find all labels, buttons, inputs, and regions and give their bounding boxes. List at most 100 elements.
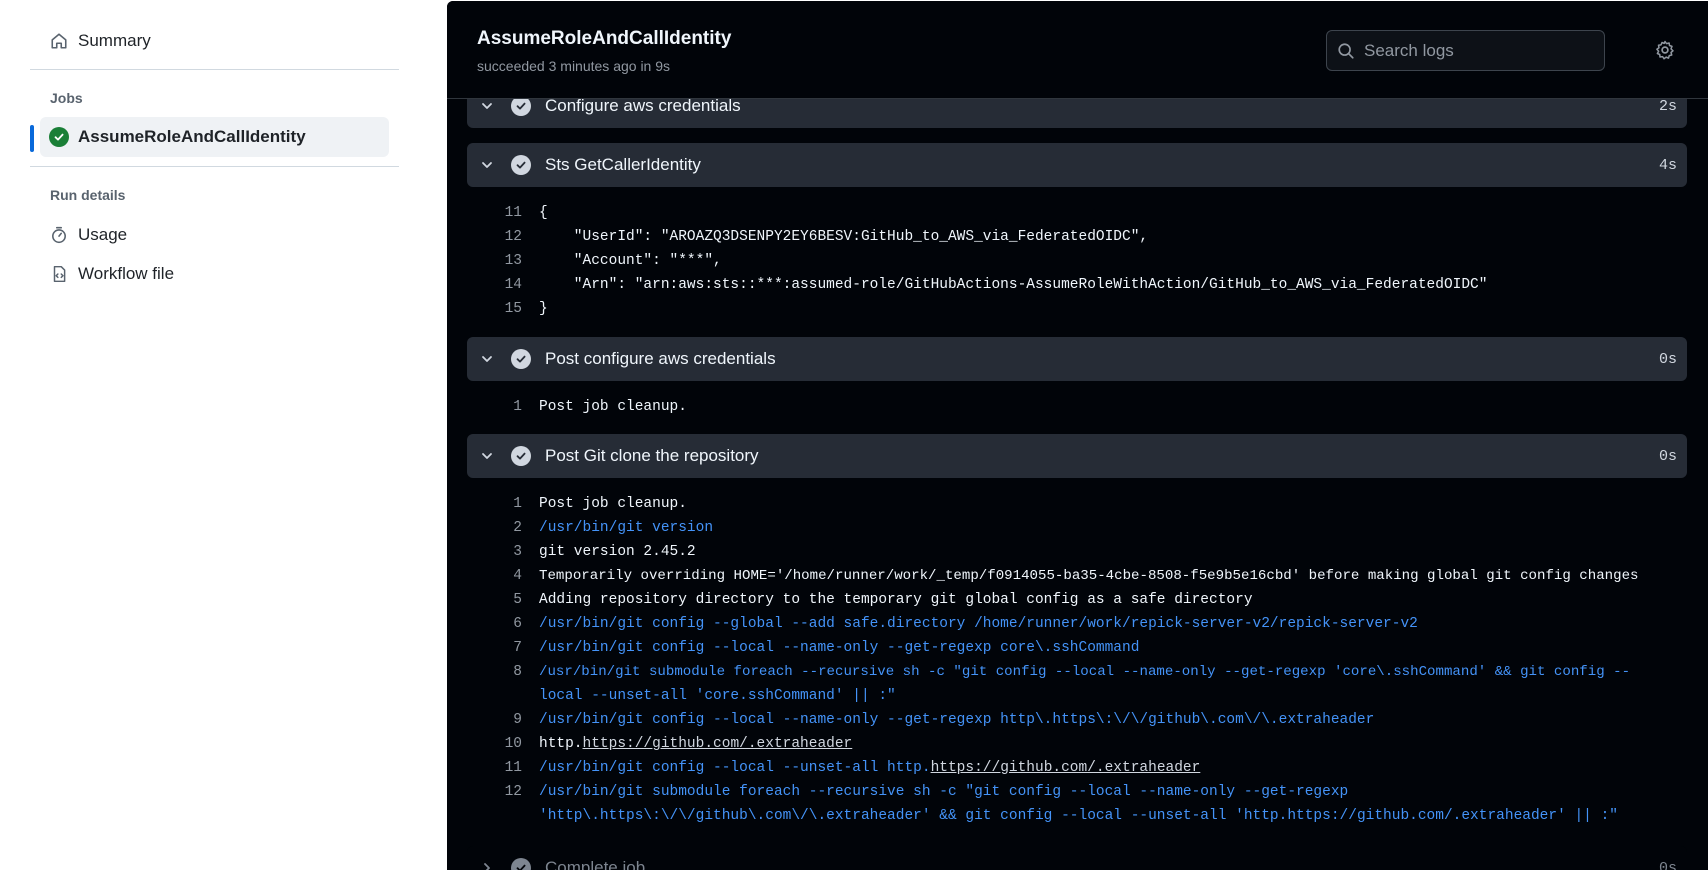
log-line-command: 7/usr/bin/git config --local --name-only… (467, 636, 1697, 660)
step-duration: 4s (1658, 156, 1677, 174)
log-line: 1 Post job cleanup. (467, 492, 1697, 516)
sidebar-item-label: AssumeRoleAndCallIdentity (78, 127, 306, 146)
log-line-text: /usr/bin/git config --global --add safe.… (539, 616, 1418, 632)
extraheader-link[interactable]: https://github.com/.extraheader (583, 736, 853, 752)
log-line: 13 "Account": "***", (467, 249, 1697, 273)
log-text-prefix: 'http\.https\:\/\/github\.com\/\.extrahe… (539, 808, 1288, 824)
log-line-command: 8/usr/bin/git submodule foreach --recurs… (467, 660, 1697, 684)
log-line-continuation: local --unset-all 'core.sshCommand' || :… (539, 688, 896, 704)
step-duration: 0s (1658, 350, 1677, 368)
log-line-text: Temporarily overriding HOME='/home/runne… (539, 568, 1639, 584)
log-line-text: "Account": "***", (539, 253, 722, 269)
log-line-number[interactable]: 10 (467, 732, 522, 756)
chevron-down-icon (479, 157, 495, 173)
chevron-down-icon (479, 98, 495, 114)
active-indicator (30, 125, 34, 152)
log-line: 15} (467, 297, 1697, 321)
log-line-number[interactable]: 8 (467, 660, 522, 684)
step-success-icon (511, 349, 531, 369)
log-line-text: /usr/bin/git version (539, 520, 714, 536)
step-complete-job[interactable]: Complete job 0s (467, 846, 1687, 870)
step-post-configure-aws-credentials[interactable]: Post configure aws credentials 0s (467, 337, 1687, 381)
sidebar-divider (30, 69, 399, 70)
step-name: Sts GetCallerIdentity (545, 155, 701, 174)
log-line-text: /usr/bin/git config --local --unset-all … (539, 756, 1200, 780)
log-line-number[interactable]: 13 (467, 249, 522, 273)
sidebar: Summary Jobs AssumeRoleAndCallIdentity R… (0, 0, 447, 870)
step-name: Configure aws credentials (545, 96, 741, 115)
log-line: 5 Adding repository directory to the temp… (467, 588, 1697, 612)
log-line-text: Adding repository directory to the tempo… (539, 592, 1253, 608)
sidebar-item-summary[interactable]: Summary (40, 21, 388, 61)
step-sts-getcalleridentity[interactable]: Sts GetCallerIdentity 4s (467, 143, 1687, 187)
log-line-number[interactable]: 1 (467, 492, 522, 516)
log-line-number[interactable]: 7 (467, 636, 522, 660)
log-line: 11 { (467, 201, 1697, 225)
log-line-text: Post job cleanup. (539, 399, 687, 415)
chevron-right-icon (479, 860, 495, 870)
job-header: AssumeRoleAndCallIdentity succeeded 3 mi… (447, 1, 1708, 99)
step-success-icon (511, 858, 531, 870)
log-line: 3 git version 2.45.2 (467, 540, 1697, 564)
log-line-text: /usr/bin/git config --local --name-only … (539, 712, 1375, 728)
log-line-text: /usr/bin/git submodule foreach --recursi… (539, 664, 1631, 680)
log-line: 14 "Arn": "arn:aws:sts::***:assumed-role… (467, 273, 1697, 297)
log-line-command: 9/usr/bin/git config --local --name-only… (467, 708, 1697, 732)
search-logs-input[interactable] (1364, 40, 1594, 61)
sidebar-divider (30, 166, 399, 167)
log-line-number[interactable]: 11 (467, 201, 522, 225)
log-line-number[interactable]: 4 (467, 564, 522, 588)
log-line-text: http.https://github.com/.extraheader (539, 732, 852, 756)
extraheader-link[interactable]: https://github.com/.extraheader (931, 760, 1201, 776)
job-status-text: succeeded 3 minutes ago in 9s (477, 58, 671, 74)
step-post-git-clone[interactable]: Post Git clone the repository 0s (467, 434, 1687, 478)
step-success-icon (511, 446, 531, 466)
log-line-number[interactable]: 12 (467, 780, 522, 804)
step-duration: 0s (1658, 447, 1677, 465)
log-line-number[interactable]: 3 (467, 540, 522, 564)
file-code-icon (49, 264, 69, 284)
step-name: Post configure aws credentials (545, 349, 776, 368)
log-line-text: Post job cleanup. (539, 496, 687, 512)
extraheader-link[interactable]: https://github.com/.extraheader (1287, 808, 1557, 824)
log-line-number[interactable]: 6 (467, 612, 522, 636)
gear-icon[interactable] (1655, 40, 1675, 60)
log-line-number[interactable]: 12 (467, 225, 522, 249)
sidebar-item-job[interactable]: AssumeRoleAndCallIdentity (40, 117, 389, 157)
sidebar-item-workflow-file[interactable]: Workflow file (40, 254, 388, 294)
run-details-heading: Run details (50, 187, 126, 203)
stopwatch-icon (49, 225, 69, 245)
step-success-icon (511, 96, 531, 116)
log-line: 4 Temporarily overriding HOME='/home/runn… (467, 564, 1697, 588)
chevron-down-icon (479, 448, 495, 464)
log-line-number[interactable]: 5 (467, 588, 522, 612)
log-line: 1 Post job cleanup. (467, 395, 1697, 419)
job-title: AssumeRoleAndCallIdentity (477, 28, 732, 49)
log-line-number[interactable]: 15 (467, 297, 522, 321)
log-line: 12 "UserId": "AROAZQ3DSENPY2EY6BESV:GitH… (467, 225, 1697, 249)
log-line-text: /usr/bin/git submodule foreach --recursi… (539, 784, 1349, 800)
log-line-text: git version 2.45.2 (539, 544, 696, 560)
log-line-text: { (539, 205, 548, 221)
step-name: Post Git clone the repository (545, 446, 759, 465)
log-line-text: /usr/bin/git config --local --name-only … (539, 640, 1140, 656)
log-text-prefix: http. (539, 736, 583, 752)
chevron-down-icon (479, 351, 495, 367)
log-line-continuation: 'http\.https\:\/\/github\.com\/\.extrahe… (539, 804, 1618, 828)
step-name: Complete job (545, 858, 646, 870)
log-line-command: 6/usr/bin/git config --global --add safe… (467, 612, 1697, 636)
log-line-number[interactable]: 11 (467, 756, 522, 780)
log-panel: Configure aws credentials 2s Sts GetCall… (447, 1, 1708, 870)
log-line-number[interactable]: 9 (467, 708, 522, 732)
sidebar-item-usage[interactable]: Usage (40, 215, 388, 255)
log-line-number[interactable]: 1 (467, 395, 522, 419)
step-success-icon (511, 155, 531, 175)
log-line: 10 http.https://github.com/.extraheader (467, 732, 1697, 756)
log-line-text: } (539, 301, 548, 317)
log-line-number[interactable]: 2 (467, 516, 522, 540)
sidebar-item-label: Workflow file (78, 264, 175, 283)
search-logs-box[interactable] (1326, 30, 1605, 71)
log-line-number[interactable]: 14 (467, 273, 522, 297)
home-icon (49, 31, 69, 51)
step-duration: 0s (1658, 859, 1677, 870)
